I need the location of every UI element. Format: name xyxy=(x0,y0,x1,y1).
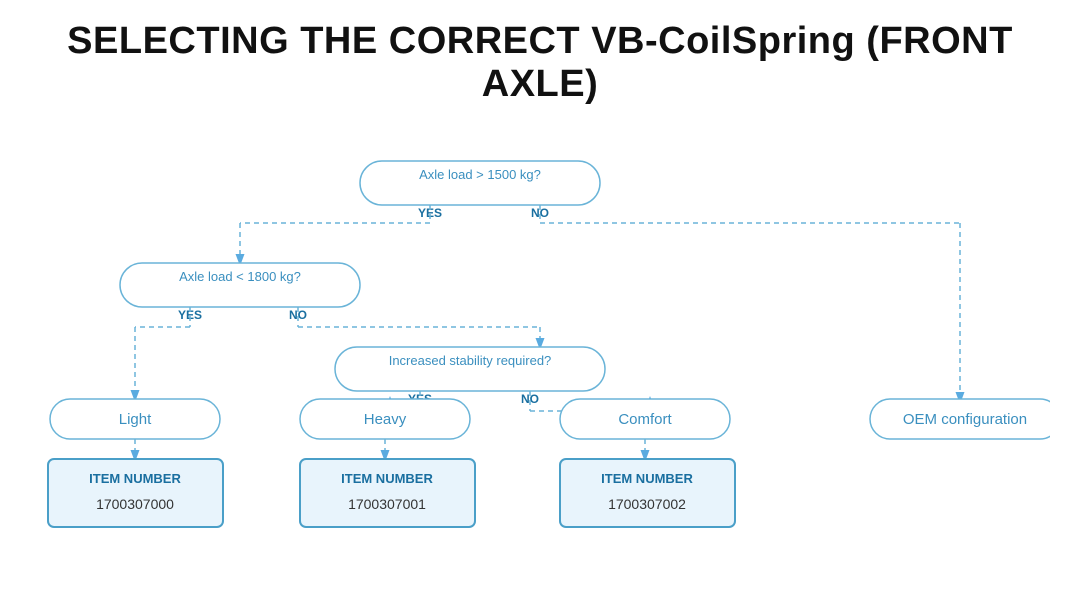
node-axle1500-label: Axle load > 1500 kg? xyxy=(419,167,541,182)
item2-label: ITEM NUMBER xyxy=(601,471,693,486)
heavy-label: Heavy xyxy=(364,411,407,428)
node-axle1800-label: Axle load < 1800 kg? xyxy=(179,269,301,284)
item0-value: 1700307000 xyxy=(96,496,174,512)
page-title: SELECTING THE CORRECT VB-CoilSpring (FRO… xyxy=(30,20,1050,106)
item1-value: 1700307001 xyxy=(348,496,426,512)
diagram: Axle load > 1500 kg? YES NO Axle load < … xyxy=(30,136,1050,596)
node-stability-label: Increased stability required? xyxy=(389,353,552,368)
oem-label: OEM configuration xyxy=(903,411,1027,428)
item0-label: ITEM NUMBER xyxy=(89,471,181,486)
item1-label: ITEM NUMBER xyxy=(341,471,433,486)
page: SELECTING THE CORRECT VB-CoilSpring (FRO… xyxy=(0,0,1080,608)
item2-value: 1700307002 xyxy=(608,496,686,512)
comfort-label: Comfort xyxy=(618,411,672,428)
light-label: Light xyxy=(119,411,152,428)
